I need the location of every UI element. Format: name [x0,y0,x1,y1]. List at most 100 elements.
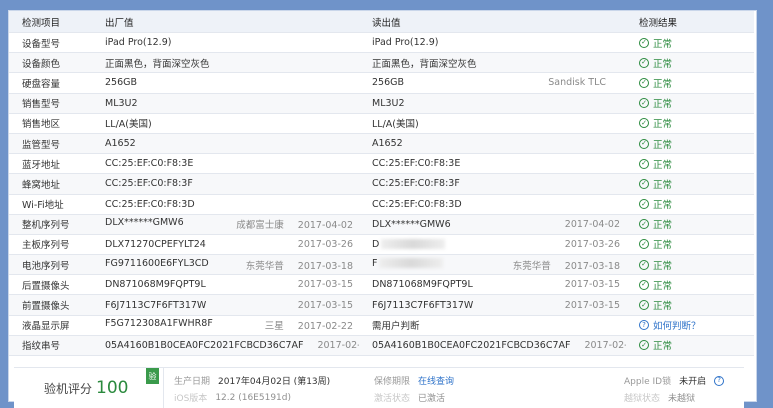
table-row: 整机序列号 DLX******GMW6 成都富士康 2017-04-02 DLX****… [9,214,754,235]
check-circle-icon: ✓ [639,57,649,68]
cell-read: DLX******GMW6 2017-04-02 [359,214,626,235]
factory-value: CC:25:EF:C0:F8:3F [105,178,193,190]
table-row: 前置摄像头 F6J7113C7F6FT317W 2017-03-15 F6J7113C… [9,294,754,316]
score-label: 验机评分 [44,381,93,396]
cell-item: 电池序列号 [9,254,92,276]
factory-value: DLX******GMW6 [105,217,184,229]
warranty-link[interactable]: 在线查询 [418,374,454,387]
factory-value: 05A4160B1B0CEA0FC2021FCBCD36C7AF [105,339,304,351]
factory-manufacturer: 三星 [264,321,284,333]
result-text: 正常 [653,260,673,272]
cell-factory: CC:25:EF:C0:F8:3D [92,194,359,215]
factory-manufacturer: 成都富士康 [236,220,284,232]
cell-item: 前置摄像头 [9,294,92,316]
cell-factory: DLX71270CPEFYLT24 2017-03-26 [92,234,359,256]
read-value: 256GB [372,77,405,89]
result-text: 正常 [653,280,673,292]
check-circle-icon: ✓ [639,138,649,149]
result-text: 正常 [653,301,673,313]
result-text: 正常 [653,179,673,191]
summary-col-1: 生产日期 2017年04月02日 (第13周) iOS版本 12.2 (16E519… [164,368,364,408]
table-row: 销售地区 LL/A(美国) LL/A(美国) ✓ 正常 [9,113,754,134]
mfg-date-value: 2017年04月02日 (第13周) [218,377,331,387]
cell-factory: F6J7113C7F6FT317W 2017-03-15 [92,294,359,316]
warranty-label: 保修期限 [374,377,411,387]
cell-result: ✓ 正常 [626,72,754,94]
cell-item: 蜂窝地址 [9,173,92,195]
check-circle-icon: ✓ [639,300,649,311]
cell-factory: F5G712308A1FWHR8F 三星 2017-02-22 [92,315,359,336]
cell-factory: DN871068M9FQPT9L 2017-03-15 [92,274,359,296]
result-text: 正常 [653,119,673,131]
factory-value: ML3U2 [105,97,138,109]
cell-read: CC:25:EF:C0:F8:3D [359,194,626,215]
cell-item: Wi-Fi地址 [9,194,92,215]
cell-read: D 2017-03-26 [359,234,626,256]
verified-badge: 验 [146,368,159,384]
question-circle-icon: ? [639,320,649,331]
check-circle-icon: ✓ [639,158,649,169]
factory-value: F6J7113C7F6FT317W [105,299,207,311]
cell-result: ✓ 正常 [626,194,754,215]
inspection-panel: 检测项目 出厂值 读出值 检测结果 设备型号 iPad Pro(12.9) iPad… [8,10,757,402]
header-item: 检测项目 [9,11,92,33]
result-status: ✓ 正常 [639,76,754,90]
cell-read: F6J7113C7F6FT317W 2017-03-15 [359,294,626,316]
appleid-label: Apple ID锁 [624,377,672,387]
check-circle-icon: ✓ [639,340,649,351]
mfg-date-label: 生产日期 [174,377,211,387]
cell-item: 液晶显示屏 [9,315,92,336]
cell-read: iPad Pro(12.9) [359,32,626,54]
cell-factory: 正面黑色，背面深空灰色 [92,52,359,74]
cell-item: 主板序列号 [9,234,92,256]
header-read: 读出值 [359,11,626,33]
factory-date: 2017-04-02 [297,220,353,232]
result-text: 正常 [653,99,673,111]
result-status: ✓ 正常 [639,137,754,151]
cell-read: DN871068M9FQPT9L 2017-03-15 [359,274,626,296]
cell-read: CC:25:EF:C0:F8:3F [359,173,626,195]
appleid-value: 未开启 [679,377,707,387]
factory-date: 2017-03-15 [297,299,353,311]
cell-item: 设备型号 [9,32,92,54]
table-row: 主板序列号 DLX71270CPEFYLT24 2017-03-26 D 2017-03… [9,234,754,256]
table-row: 设备型号 iPad Pro(12.9) iPad Pro(12.9) ✓ 正常 [9,32,754,54]
factory-date: 2017-03-18 [297,260,353,272]
result-status: ✓ 正常 [639,258,754,272]
cell-result: ✓ 正常 [626,173,754,195]
result-status: ✓ 正常 [639,298,754,312]
cell-item: 销售地区 [9,113,92,134]
factory-value: F5G712308A1FWHR8F [105,318,213,330]
cell-factory: LL/A(美国) [92,113,359,134]
factory-date: 2017-03-26 [297,238,353,250]
cell-factory: DLX******GMW6 成都富士康 2017-04-02 [92,214,359,235]
cell-factory: ML3U2 [92,93,359,114]
factory-date: 2017-02-27 [317,339,359,351]
factory-date: 2017-02-22 [297,321,353,333]
header-result: 检测结果 [626,11,754,33]
cell-factory: 05A4160B1B0CEA0FC2021FCBCD36C7AF 2017-02-… [92,335,359,357]
ios-label: iOS版本 [174,394,208,404]
result-help-link[interactable]: ? 如何判断？ [639,318,754,332]
blurred-region [381,239,446,250]
factory-date: 2017-03-15 [297,279,353,291]
read-date: 2017-03-15 [564,299,620,311]
result-text: 正常 [653,159,673,171]
read-value: CC:25:EF:C0:F8:3F [372,178,460,190]
read-date: 2017-03-18 [564,260,620,272]
result-status: ✓ 正常 [639,217,754,231]
read-value: F6J7113C7F6FT317W [372,299,474,311]
cell-read: 正面黑色，背面深空灰色 [359,52,626,74]
read-date: 2017-03-15 [564,279,620,291]
cell-read: 需用户判断 [359,315,626,336]
cell-item: 整机序列号 [9,214,92,235]
read-manufacturer: Sandisk TLC [548,77,606,89]
help-icon[interactable]: ? [714,375,725,386]
factory-value: LL/A(美国) [105,119,152,131]
table-row: 设备颜色 正面黑色，背面深空灰色 正面黑色，背面深空灰色 ✓ 正常 [9,52,754,74]
read-value: F [372,257,378,269]
summary-col-2: 保修期限 在线查询 激活状态 已激活 [364,368,564,408]
check-circle-icon: ✓ [639,219,649,230]
read-value: ML3U2 [372,97,405,109]
result-status: ✓ 正常 [639,157,754,171]
